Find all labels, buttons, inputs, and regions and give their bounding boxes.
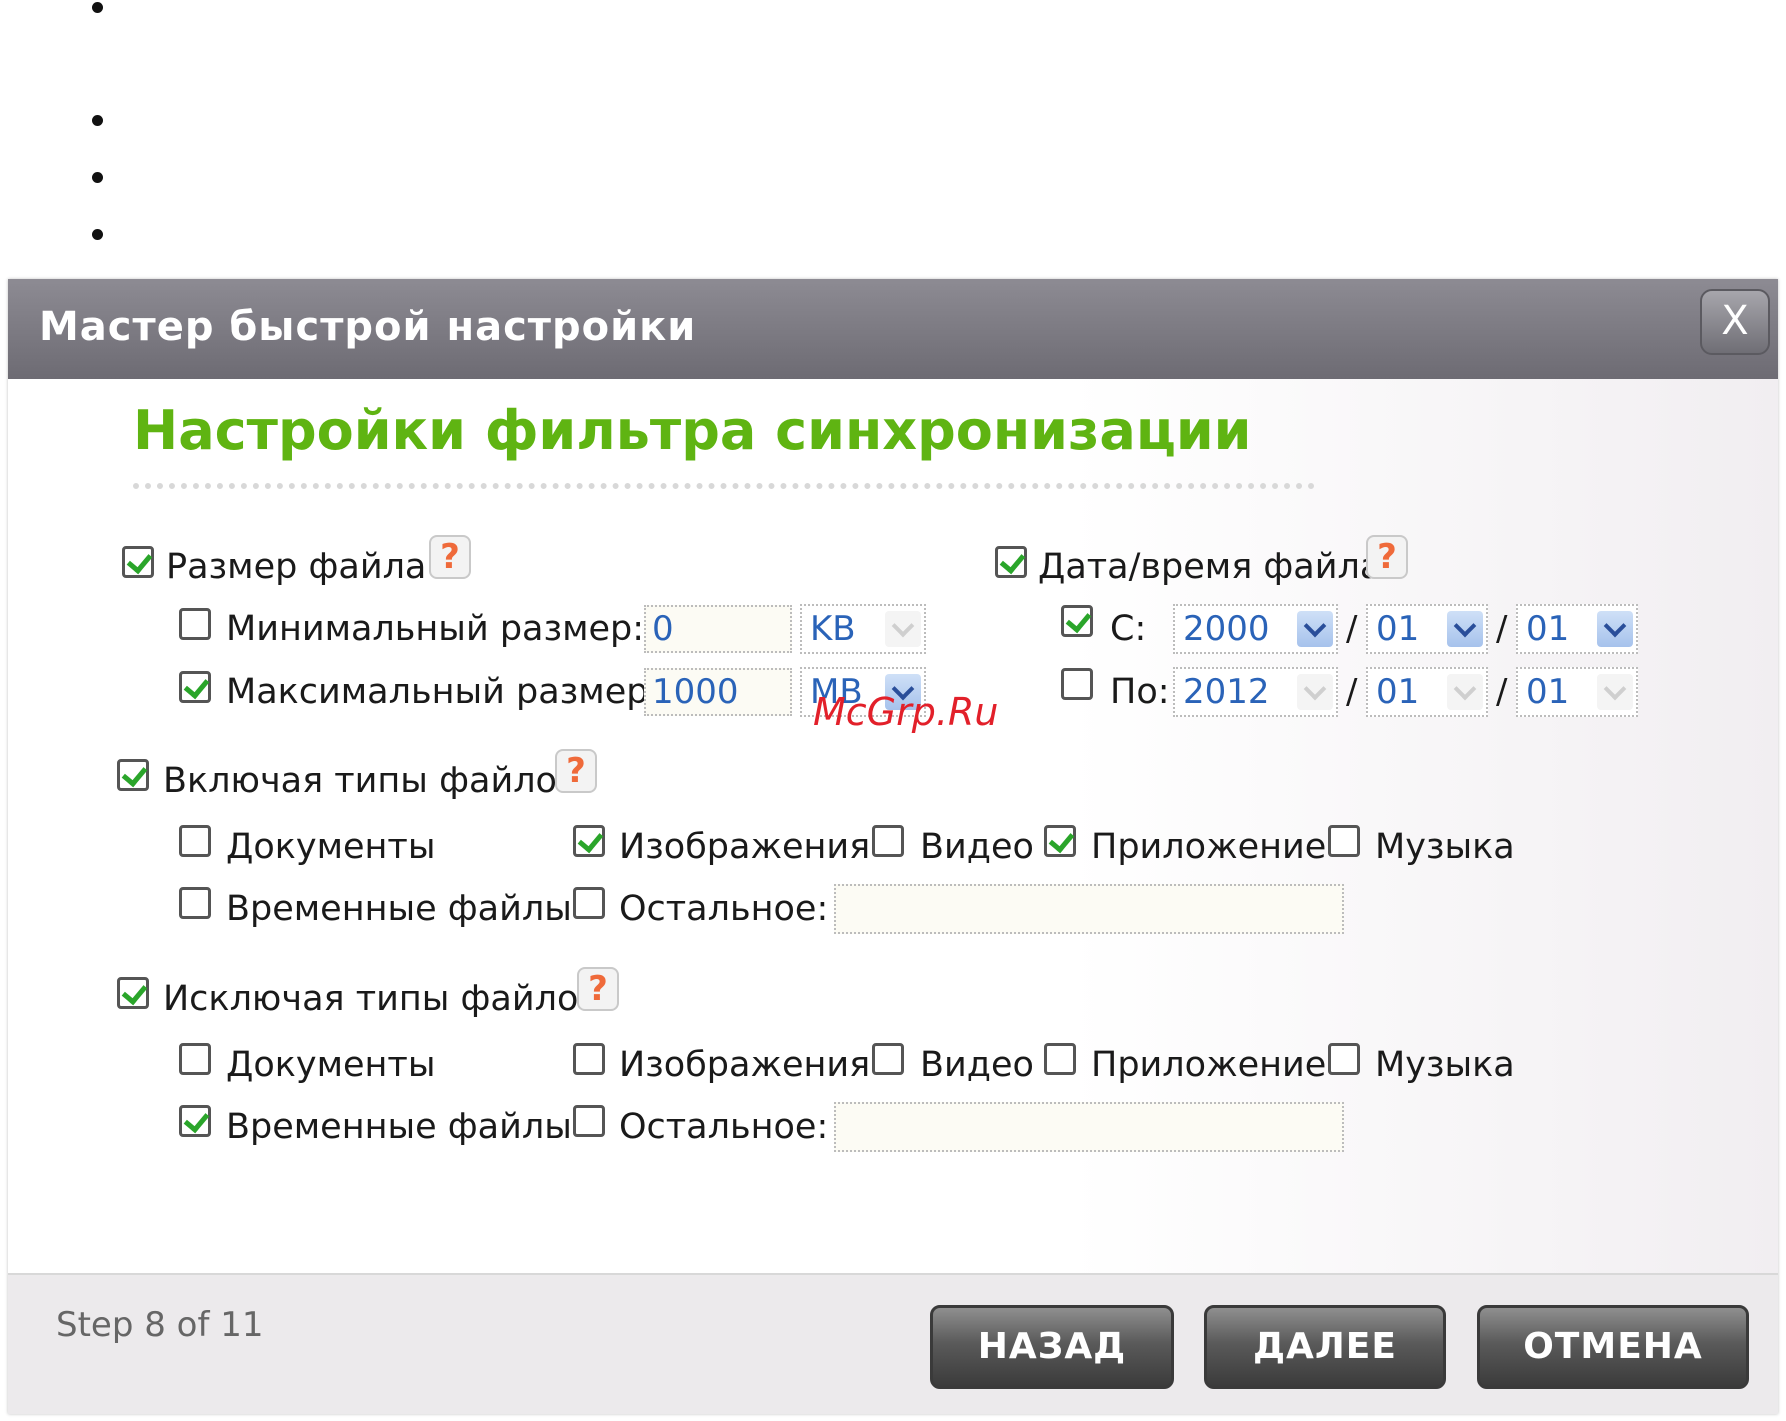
from-month-select[interactable]: 01 xyxy=(1366,604,1488,654)
date-separator: / xyxy=(1496,672,1508,712)
file-date-label: Дата/время файла xyxy=(1038,547,1382,587)
min-size-unit-select[interactable]: KB xyxy=(800,604,926,654)
list-bullet xyxy=(92,2,103,13)
from-year-select[interactable]: 2000 xyxy=(1173,604,1338,654)
to-month-value: 01 xyxy=(1376,672,1420,712)
exclude-types-help-icon[interactable]: ? xyxy=(577,967,619,1011)
exclude-types-checkbox[interactable] xyxy=(117,977,149,1009)
min-size-checkbox[interactable] xyxy=(179,608,211,640)
include-types-help-icon[interactable]: ? xyxy=(555,749,597,793)
date-from-label: С: xyxy=(1110,609,1147,649)
heading-divider xyxy=(133,483,1315,489)
include-documents-label: Документы xyxy=(226,827,436,867)
include-temp-label: Временные файлы xyxy=(226,889,572,929)
watermark: McGrp.Ru xyxy=(813,690,999,734)
wizard-dialog: Мастер быстрой настройки X Настройки фил… xyxy=(8,279,1778,1414)
list-bullet xyxy=(92,172,103,183)
max-size-label: Максимальный размер: xyxy=(226,672,661,712)
chevron-down-icon xyxy=(1297,611,1333,647)
step-indicator: Step 8 of 11 xyxy=(56,1305,264,1345)
exclude-images-checkbox[interactable] xyxy=(573,1043,605,1075)
chevron-down-icon xyxy=(1597,611,1633,647)
chevron-down-icon xyxy=(1447,611,1483,647)
file-date-checkbox[interactable] xyxy=(995,546,1027,578)
date-separator: / xyxy=(1496,609,1508,649)
page-title: Настройки фильтра синхронизации xyxy=(133,399,1252,462)
exclude-music-checkbox[interactable] xyxy=(1328,1043,1360,1075)
include-images-checkbox[interactable] xyxy=(573,825,605,857)
exclude-other-label: Остальное: xyxy=(619,1107,829,1147)
to-year-value: 2012 xyxy=(1183,672,1270,712)
include-documents-checkbox[interactable] xyxy=(179,825,211,857)
date-to-label: По: xyxy=(1110,672,1170,712)
include-temp-checkbox[interactable] xyxy=(179,887,211,919)
to-month-select[interactable]: 01 xyxy=(1366,667,1488,717)
from-year-value: 2000 xyxy=(1183,609,1270,649)
dialog-footer: Step 8 of 11 НАЗАД ДАЛЕЕ ОТМЕНА xyxy=(8,1273,1778,1414)
min-size-label: Минимальный размер: xyxy=(226,609,645,649)
exclude-video-label: Видео xyxy=(920,1045,1034,1085)
include-types-label: Включая типы файлов xyxy=(163,761,578,801)
date-separator: / xyxy=(1346,672,1358,712)
exclude-video-checkbox[interactable] xyxy=(872,1043,904,1075)
include-other-checkbox[interactable] xyxy=(573,887,605,919)
min-size-unit-value: KB xyxy=(810,609,856,649)
dialog-titlebar: Мастер быстрой настройки X xyxy=(8,279,1778,379)
dialog-title: Мастер быстрой настройки xyxy=(39,304,697,350)
exclude-music-label: Музыка xyxy=(1375,1045,1515,1085)
include-application-label: Приложение xyxy=(1091,827,1327,867)
include-other-label: Остальное: xyxy=(619,889,829,929)
exclude-images-label: Изображения xyxy=(619,1045,871,1085)
chevron-down-icon xyxy=(1447,674,1483,710)
exclude-application-checkbox[interactable] xyxy=(1044,1043,1076,1075)
exclude-temp-label: Временные файлы xyxy=(226,1107,572,1147)
from-month-value: 01 xyxy=(1376,609,1420,649)
file-size-label: Размер файла xyxy=(166,547,427,587)
file-size-help-icon[interactable]: ? xyxy=(429,535,471,579)
max-size-checkbox[interactable] xyxy=(179,671,211,703)
cancel-button[interactable]: ОТМЕНА xyxy=(1477,1305,1749,1389)
include-application-checkbox[interactable] xyxy=(1044,825,1076,857)
include-other-input[interactable] xyxy=(834,884,1344,934)
chevron-down-icon xyxy=(1597,674,1633,710)
next-button[interactable]: ДАЛЕЕ xyxy=(1204,1305,1446,1389)
include-music-checkbox[interactable] xyxy=(1328,825,1360,857)
exclude-other-input[interactable] xyxy=(834,1102,1344,1152)
min-size-input[interactable]: 0 xyxy=(644,605,792,653)
from-day-value: 01 xyxy=(1526,609,1570,649)
back-button[interactable]: НАЗАД xyxy=(930,1305,1174,1389)
include-images-label: Изображения xyxy=(619,827,871,867)
exclude-documents-label: Документы xyxy=(226,1045,436,1085)
date-to-checkbox[interactable] xyxy=(1061,668,1093,700)
date-separator: / xyxy=(1346,609,1358,649)
exclude-temp-checkbox[interactable] xyxy=(179,1105,211,1137)
include-music-label: Музыка xyxy=(1375,827,1515,867)
list-bullet xyxy=(92,115,103,126)
exclude-types-label: Исключая типы файлов xyxy=(163,979,600,1019)
max-size-input[interactable]: 1000 xyxy=(644,668,792,716)
include-video-checkbox[interactable] xyxy=(872,825,904,857)
chevron-down-icon xyxy=(885,611,921,647)
exclude-application-label: Приложение xyxy=(1091,1045,1327,1085)
list-bullet xyxy=(92,229,103,240)
file-size-checkbox[interactable] xyxy=(122,546,154,578)
include-video-label: Видео xyxy=(920,827,1034,867)
to-day-select[interactable]: 01 xyxy=(1516,667,1638,717)
from-day-select[interactable]: 01 xyxy=(1516,604,1638,654)
chevron-down-icon xyxy=(1297,674,1333,710)
to-day-value: 01 xyxy=(1526,672,1570,712)
exclude-documents-checkbox[interactable] xyxy=(179,1043,211,1075)
close-button[interactable]: X xyxy=(1700,289,1770,355)
to-year-select[interactable]: 2012 xyxy=(1173,667,1338,717)
date-from-checkbox[interactable] xyxy=(1061,605,1093,637)
exclude-other-checkbox[interactable] xyxy=(573,1105,605,1137)
file-date-help-icon[interactable]: ? xyxy=(1366,535,1408,579)
include-types-checkbox[interactable] xyxy=(117,759,149,791)
